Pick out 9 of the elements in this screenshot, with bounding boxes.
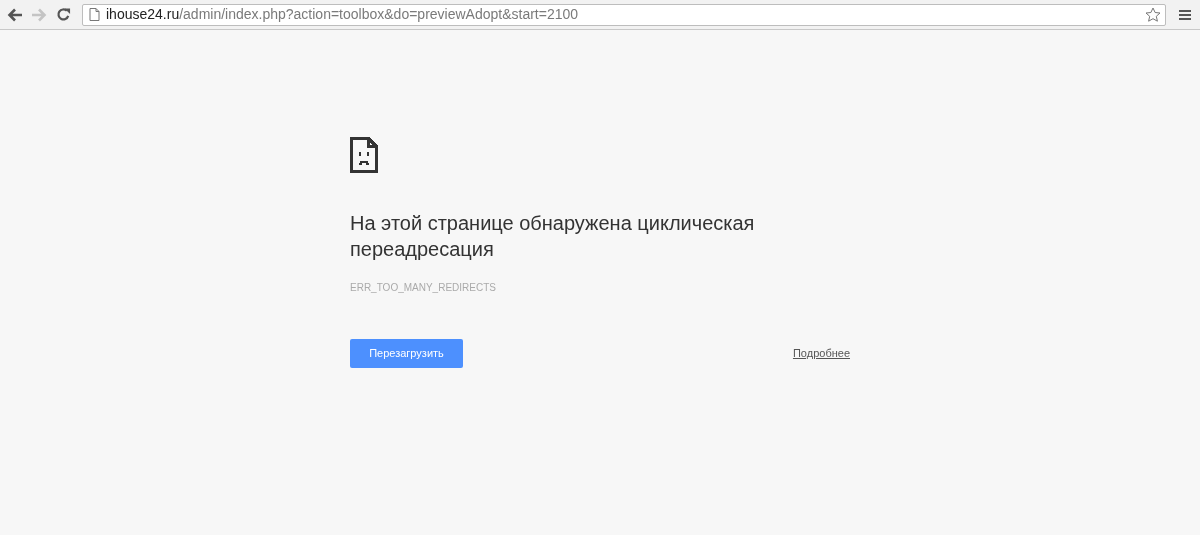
url-text: ihouse24.ru/admin/index.php?action=toolbox&do=previewAdopt&start=2100 xyxy=(106,5,579,24)
sad-page-icon xyxy=(350,137,378,173)
error-code: ERR_TOO_MANY_REDIRECTS xyxy=(350,281,497,295)
details-link[interactable]: Подробнее xyxy=(792,345,850,362)
address-bar[interactable]: ihouse24.ru/admin/index.php?action=toolbox&do=previewAdopt&start=2100 xyxy=(82,3,1166,26)
menu-icon[interactable] xyxy=(1178,8,1192,21)
error-title: На этой странице обнаружена циклическая переадресация xyxy=(350,211,756,262)
bookmark-star-icon[interactable] xyxy=(1145,6,1161,23)
page-icon xyxy=(89,8,100,21)
